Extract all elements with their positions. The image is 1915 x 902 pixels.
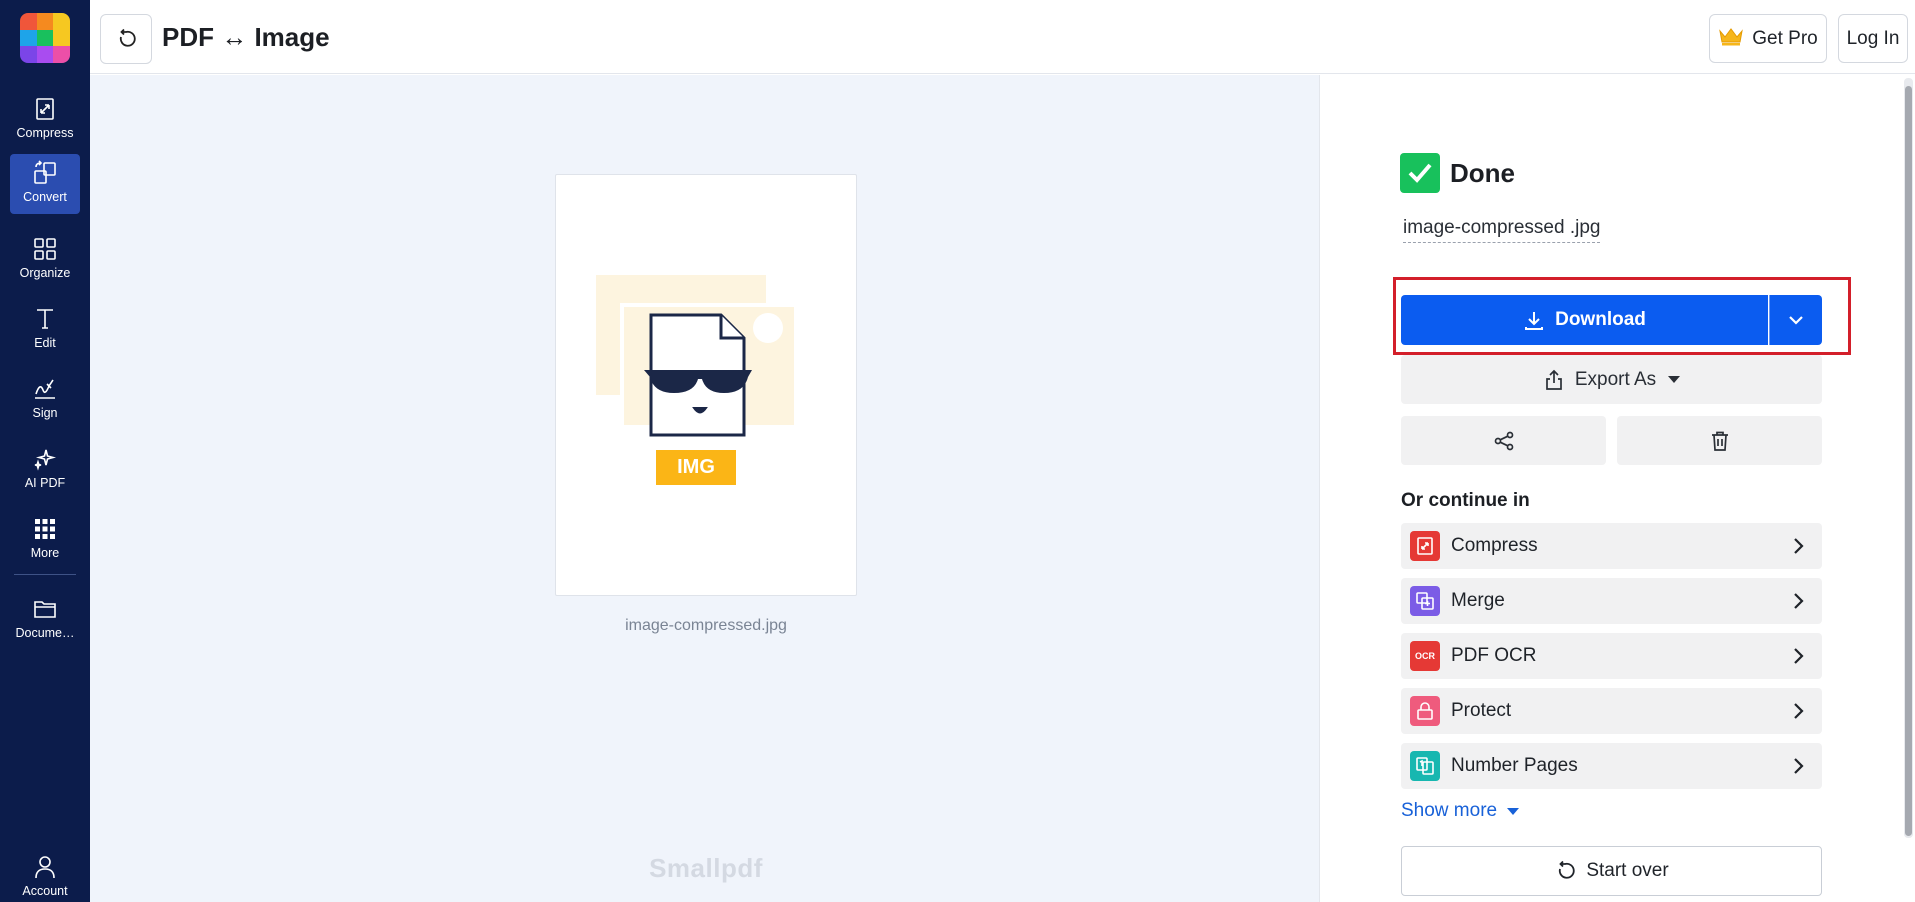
smallpdf-logo[interactable] (20, 13, 70, 63)
sidebar-item-label: Convert (23, 190, 67, 204)
file-type-badge: IMG (677, 456, 715, 478)
edit-icon (37, 309, 53, 329)
share-button[interactable] (1401, 416, 1606, 465)
tool-label: Merge (1451, 590, 1505, 611)
sidebar-item-label: More (30, 546, 60, 560)
lock-icon (1410, 696, 1440, 726)
continue-tool-protect[interactable]: Protect (1401, 688, 1822, 734)
start-over-label: Start over (1586, 860, 1669, 881)
file-preview-card[interactable]: IMG (555, 174, 857, 596)
show-more-link[interactable]: Show more (1401, 800, 1520, 822)
sidebar-item-edit[interactable]: Edit (10, 300, 80, 360)
delete-button[interactable] (1617, 416, 1822, 465)
tool-label: PDF OCR (1451, 645, 1537, 666)
logo-tile (36, 13, 54, 30)
logo-tile (36, 29, 54, 47)
chevron-right-icon (1786, 644, 1810, 668)
export-as-label: Export As (1574, 368, 1657, 390)
folder-icon (34, 601, 56, 618)
show-more-label: Show more (1401, 800, 1498, 821)
logo-tile (20, 13, 37, 30)
export-icon (1545, 369, 1562, 390)
tool-label: Number Pages (1451, 755, 1578, 776)
login-button[interactable]: Log In (1838, 14, 1908, 63)
number-pages-icon (1410, 751, 1440, 781)
tool-label: Protect (1451, 700, 1512, 721)
compress-icon (36, 98, 54, 120)
preview-area: IMG image-compressed.jpg Smallpdf (90, 75, 1319, 902)
smallpdf-watermark: Smallpdf (649, 853, 763, 883)
logo-tile (36, 46, 54, 63)
chevron-right-icon (1786, 534, 1810, 558)
sidebar-item-documents[interactable]: Docume… (10, 590, 80, 650)
sidebar: Compress Convert Organize Edit Sign AI P… (0, 0, 90, 902)
logo-tile (20, 46, 37, 63)
sidebar-divider (14, 574, 76, 575)
preview-file-name: image-compressed.jpg (625, 617, 787, 634)
done-status: Done (1400, 153, 1515, 193)
check-icon (1400, 153, 1440, 193)
compress-icon (1410, 531, 1440, 561)
sign-icon (35, 379, 55, 399)
caret-down-icon (1668, 376, 1681, 383)
sidebar-item-ai-pdf[interactable]: AI PDF (10, 440, 80, 500)
output-file-name[interactable]: image-compressed .jpg (1403, 217, 1601, 243)
continue-tool-number-pages[interactable]: Number Pages (1401, 743, 1822, 789)
organize-icon (34, 238, 56, 260)
continue-in-title: Or continue in (1401, 490, 1530, 511)
chevron-right-icon (1786, 699, 1810, 723)
sidebar-item-label: Account (22, 884, 68, 898)
back-button[interactable] (100, 14, 152, 64)
continue-tool-compress[interactable]: Compress (1401, 523, 1822, 569)
trash-icon (1711, 431, 1728, 451)
ocr-icon: OCR (1410, 641, 1440, 671)
crown-icon (1718, 26, 1744, 52)
logo-tile (53, 13, 70, 30)
logo-tile (20, 29, 37, 47)
start-over-button[interactable]: Start over (1401, 846, 1822, 896)
tool-label: Compress (1451, 535, 1538, 556)
download-button[interactable]: Download (1401, 295, 1768, 345)
sidebar-item-label: Docume… (15, 626, 75, 640)
export-as-button[interactable]: Export As (1401, 355, 1822, 404)
share-icon (1494, 431, 1513, 450)
get-pro-label: Get Pro (1752, 27, 1818, 49)
continue-tool-merge[interactable]: Merge (1401, 578, 1822, 624)
sidebar-item-label: AI PDF (24, 476, 66, 490)
done-text: Done (1450, 157, 1515, 188)
grid-dots-icon (35, 519, 55, 539)
sparkles-icon (34, 449, 57, 471)
chevron-right-icon (1786, 754, 1810, 778)
download-options-button[interactable] (1769, 295, 1822, 345)
sidebar-item-label: Organize (19, 266, 71, 280)
download-icon (1525, 312, 1544, 330)
get-pro-button[interactable]: Get Pro (1709, 14, 1827, 63)
sidebar-item-label: Edit (34, 336, 56, 350)
page-title: PDF ↔ Image (162, 22, 330, 52)
chevron-down-icon (1789, 316, 1803, 325)
sidebar-item-sign[interactable]: Sign (10, 370, 80, 430)
logo-tile (53, 46, 70, 63)
convert-icon (34, 160, 56, 184)
chevron-right-icon (1786, 589, 1810, 613)
panel-scrollbar-thumb[interactable] (1905, 86, 1912, 836)
continue-tool-pdf-ocr[interactable]: OCR PDF OCR (1401, 633, 1822, 679)
sidebar-item-convert[interactable]: Convert (10, 154, 80, 214)
logo-tile (53, 29, 70, 47)
merge-icon (1410, 586, 1440, 616)
sidebar-item-organize[interactable]: Organize (10, 230, 80, 290)
undo-icon (119, 28, 136, 47)
sidebar-item-compress[interactable]: Compress (10, 90, 80, 150)
download-label: Download (1555, 309, 1646, 330)
undo-icon (1559, 860, 1575, 879)
top-bar: PDF ↔ Image Get Pro Log In (90, 0, 1915, 74)
sidebar-item-label: Compress (16, 126, 74, 140)
caret-down-icon (1507, 807, 1520, 815)
sidebar-item-more[interactable]: More (10, 510, 80, 570)
sidebar-item-account[interactable]: Account (10, 848, 80, 902)
sidebar-item-label: Sign (32, 406, 58, 420)
user-icon (35, 856, 55, 879)
